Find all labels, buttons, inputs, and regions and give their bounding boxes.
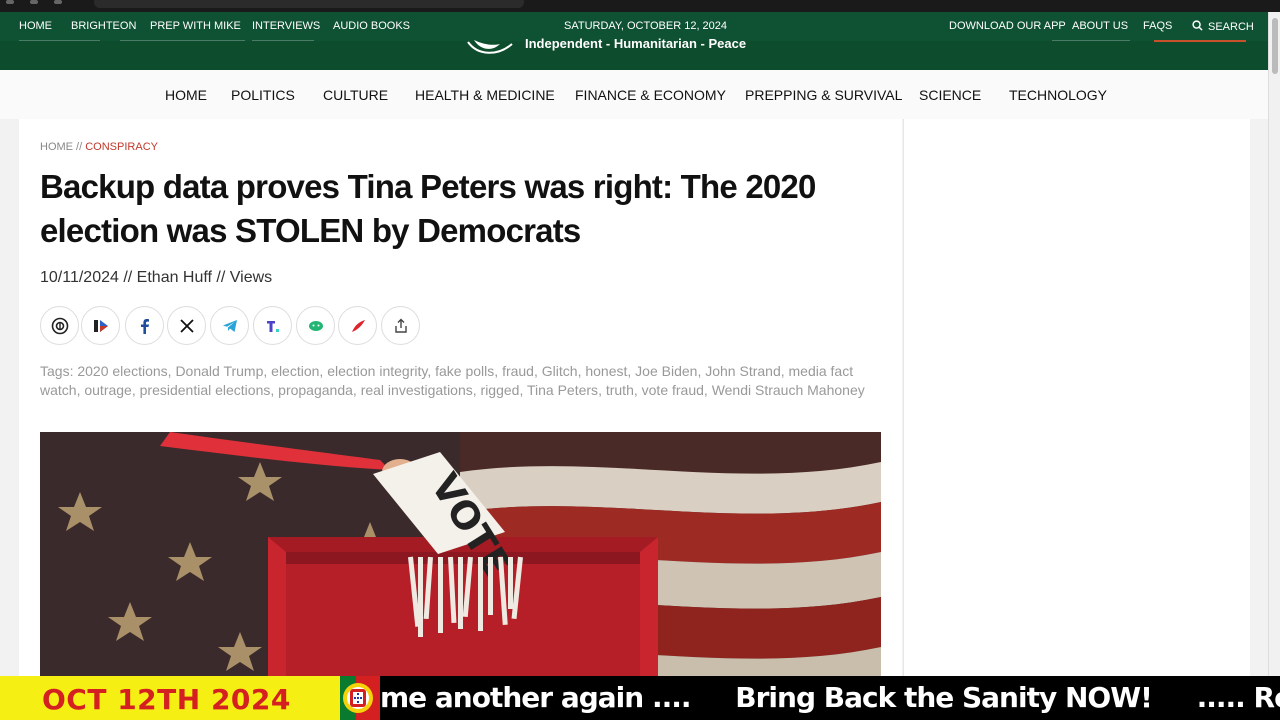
tag-link[interactable]: Joe Biden (635, 363, 697, 379)
brighteon-icon (93, 319, 108, 332)
search-underline (1154, 40, 1246, 42)
tag-link[interactable]: fake polls (435, 363, 494, 379)
ticker-message: ..... Return of the King ! (1196, 681, 1280, 714)
ticker-date: OCT 12TH 2024 (42, 683, 291, 716)
tag-link[interactable]: Wendi Strauch Mahoney (712, 382, 865, 398)
sidebar (903, 119, 1250, 679)
share-facebook-button[interactable] (125, 306, 164, 345)
tag-link[interactable]: rigged (481, 382, 520, 398)
tag-link[interactable]: honest (585, 363, 627, 379)
meta-separator: // (211, 269, 230, 286)
browser-back-icon[interactable] (6, 0, 14, 4)
share-brighteon-social-button[interactable] (40, 306, 79, 345)
meta-separator: // (118, 269, 137, 286)
browser-chrome-strip (0, 0, 1280, 12)
tag-link[interactable]: Tina Peters (527, 382, 598, 398)
tag-link[interactable]: vote fraud (642, 382, 704, 398)
top-nav-faqs[interactable]: FAQS (1143, 20, 1172, 32)
article-tags: Tags: 2020 elections, Donald Trump, elec… (40, 363, 865, 398)
news-ticker: OCT 12TH 2024 me another again .... Brin… (0, 676, 1280, 720)
tag-link[interactable]: outrage (84, 382, 131, 398)
article-author[interactable]: Ethan Huff (137, 269, 212, 286)
search-label: SEARCH (1208, 21, 1254, 33)
share-icon (394, 318, 407, 333)
main-nav-health-medicine[interactable]: HEALTH & MEDICINE (415, 87, 555, 103)
ticker-message: Bring Back the Sanity NOW! (735, 681, 1153, 714)
search-icon (1192, 20, 1203, 31)
tag-link[interactable]: presidential elections (140, 382, 271, 398)
main-nav-culture[interactable]: CULTURE (323, 87, 388, 103)
tag-link[interactable]: Glitch (542, 363, 578, 379)
top-nav-search[interactable]: SEARCH (1192, 20, 1254, 33)
top-bar: HOME BRIGHTEON PREP WITH MIKE INTERVIEWS… (0, 12, 1280, 70)
article-title: Backup data proves Tina Peters was right… (40, 168, 816, 249)
top-nav-divider (120, 40, 245, 41)
browser-address-bar[interactable] (94, 0, 524, 8)
tag-link[interactable]: election (271, 363, 319, 379)
top-nav-home[interactable]: HOME (19, 20, 52, 32)
breadcrumb-home[interactable]: HOME (40, 141, 73, 153)
x-icon (179, 318, 194, 333)
top-bar-date: SATURDAY, OCTOBER 12, 2024 (564, 20, 728, 32)
browser-reload-icon[interactable] (54, 0, 62, 4)
top-nav-divider (19, 40, 100, 41)
truth-social-icon (266, 320, 279, 332)
article-container: HOME // CONSPIRACY Backup data proves Ti… (19, 119, 902, 679)
main-nav-finance-economy[interactable]: FINANCE & ECONOMY (575, 87, 726, 103)
article-date: 10/11/2024 (40, 269, 119, 286)
hero-ballot-illustration: VOTE (40, 432, 881, 679)
ticker-date-box: OCT 12TH 2024 (0, 676, 340, 720)
share-gettr-button[interactable] (338, 306, 377, 345)
top-nav-divider (1052, 40, 1130, 41)
gettr-icon (351, 319, 365, 332)
main-nav-home[interactable]: HOME (165, 87, 207, 103)
top-nav-download-app[interactable]: DOWNLOAD OUR APP (949, 20, 1066, 32)
top-nav-about-us[interactable]: ABOUT US (1072, 20, 1128, 32)
facebook-icon (140, 318, 149, 334)
browser-forward-icon[interactable] (30, 0, 38, 4)
article-views: Views (229, 269, 273, 286)
gab-icon (308, 320, 323, 331)
top-nav-divider (252, 40, 314, 41)
top-nav-interviews[interactable]: INTERVIEWS (252, 20, 320, 32)
main-nav: HOME POLITICS CULTURE HEALTH & MEDICINE … (0, 70, 1268, 119)
share-more-button[interactable] (381, 306, 420, 345)
tag-link[interactable]: propaganda (278, 382, 353, 398)
share-gab-button[interactable] (296, 306, 335, 345)
page-scrollbar[interactable] (1268, 12, 1280, 676)
tags-prefix: Tags: (40, 363, 78, 379)
ticker-message: me another again .... (380, 681, 692, 714)
tag-link[interactable]: truth (606, 382, 634, 398)
site-tagline: Independent - Humanitarian - Peace (525, 36, 747, 51)
breadcrumb: HOME // CONSPIRACY (40, 141, 158, 153)
main-nav-prepping-survival[interactable]: PREPPING & SURVIVAL (745, 87, 902, 103)
tag-link[interactable]: Donald Trump (175, 363, 263, 379)
article-meta: 10/11/2024 // Ethan Huff // Views (40, 269, 272, 287)
ticker-scroll-text: me another again .... Bring Back the San… (380, 681, 1280, 717)
main-nav-politics[interactable]: POLITICS (231, 87, 295, 103)
brighteon-social-icon (51, 317, 68, 334)
top-nav-prep-with-mike[interactable]: PREP WITH MIKE (150, 20, 241, 32)
share-brighteon-button[interactable] (81, 306, 120, 345)
scrollbar-thumb[interactable] (1272, 18, 1278, 74)
tag-link[interactable]: 2020 elections (77, 363, 167, 379)
article-hero-image[interactable]: VOTE (40, 432, 881, 679)
tag-link[interactable]: real investigations (361, 382, 473, 398)
portugal-flag-icon (340, 676, 380, 720)
share-telegram-button[interactable] (210, 306, 249, 345)
share-x-button[interactable] (167, 306, 206, 345)
main-nav-science[interactable]: SCIENCE (919, 87, 981, 103)
share-truth-social-button[interactable] (253, 306, 292, 345)
breadcrumb-separator: // (73, 141, 86, 153)
top-nav-audio-books[interactable]: AUDIO BOOKS (333, 20, 410, 32)
telegram-icon (222, 319, 237, 332)
site-logo-icon[interactable] (466, 40, 514, 56)
tag-link[interactable]: election integrity (327, 363, 427, 379)
tag-link[interactable]: fraud (502, 363, 534, 379)
top-nav-brighteon[interactable]: BRIGHTEON (71, 20, 136, 32)
breadcrumb-category[interactable]: CONSPIRACY (85, 141, 158, 153)
main-nav-technology[interactable]: TECHNOLOGY (1009, 87, 1107, 103)
tag-link[interactable]: John Strand (705, 363, 781, 379)
